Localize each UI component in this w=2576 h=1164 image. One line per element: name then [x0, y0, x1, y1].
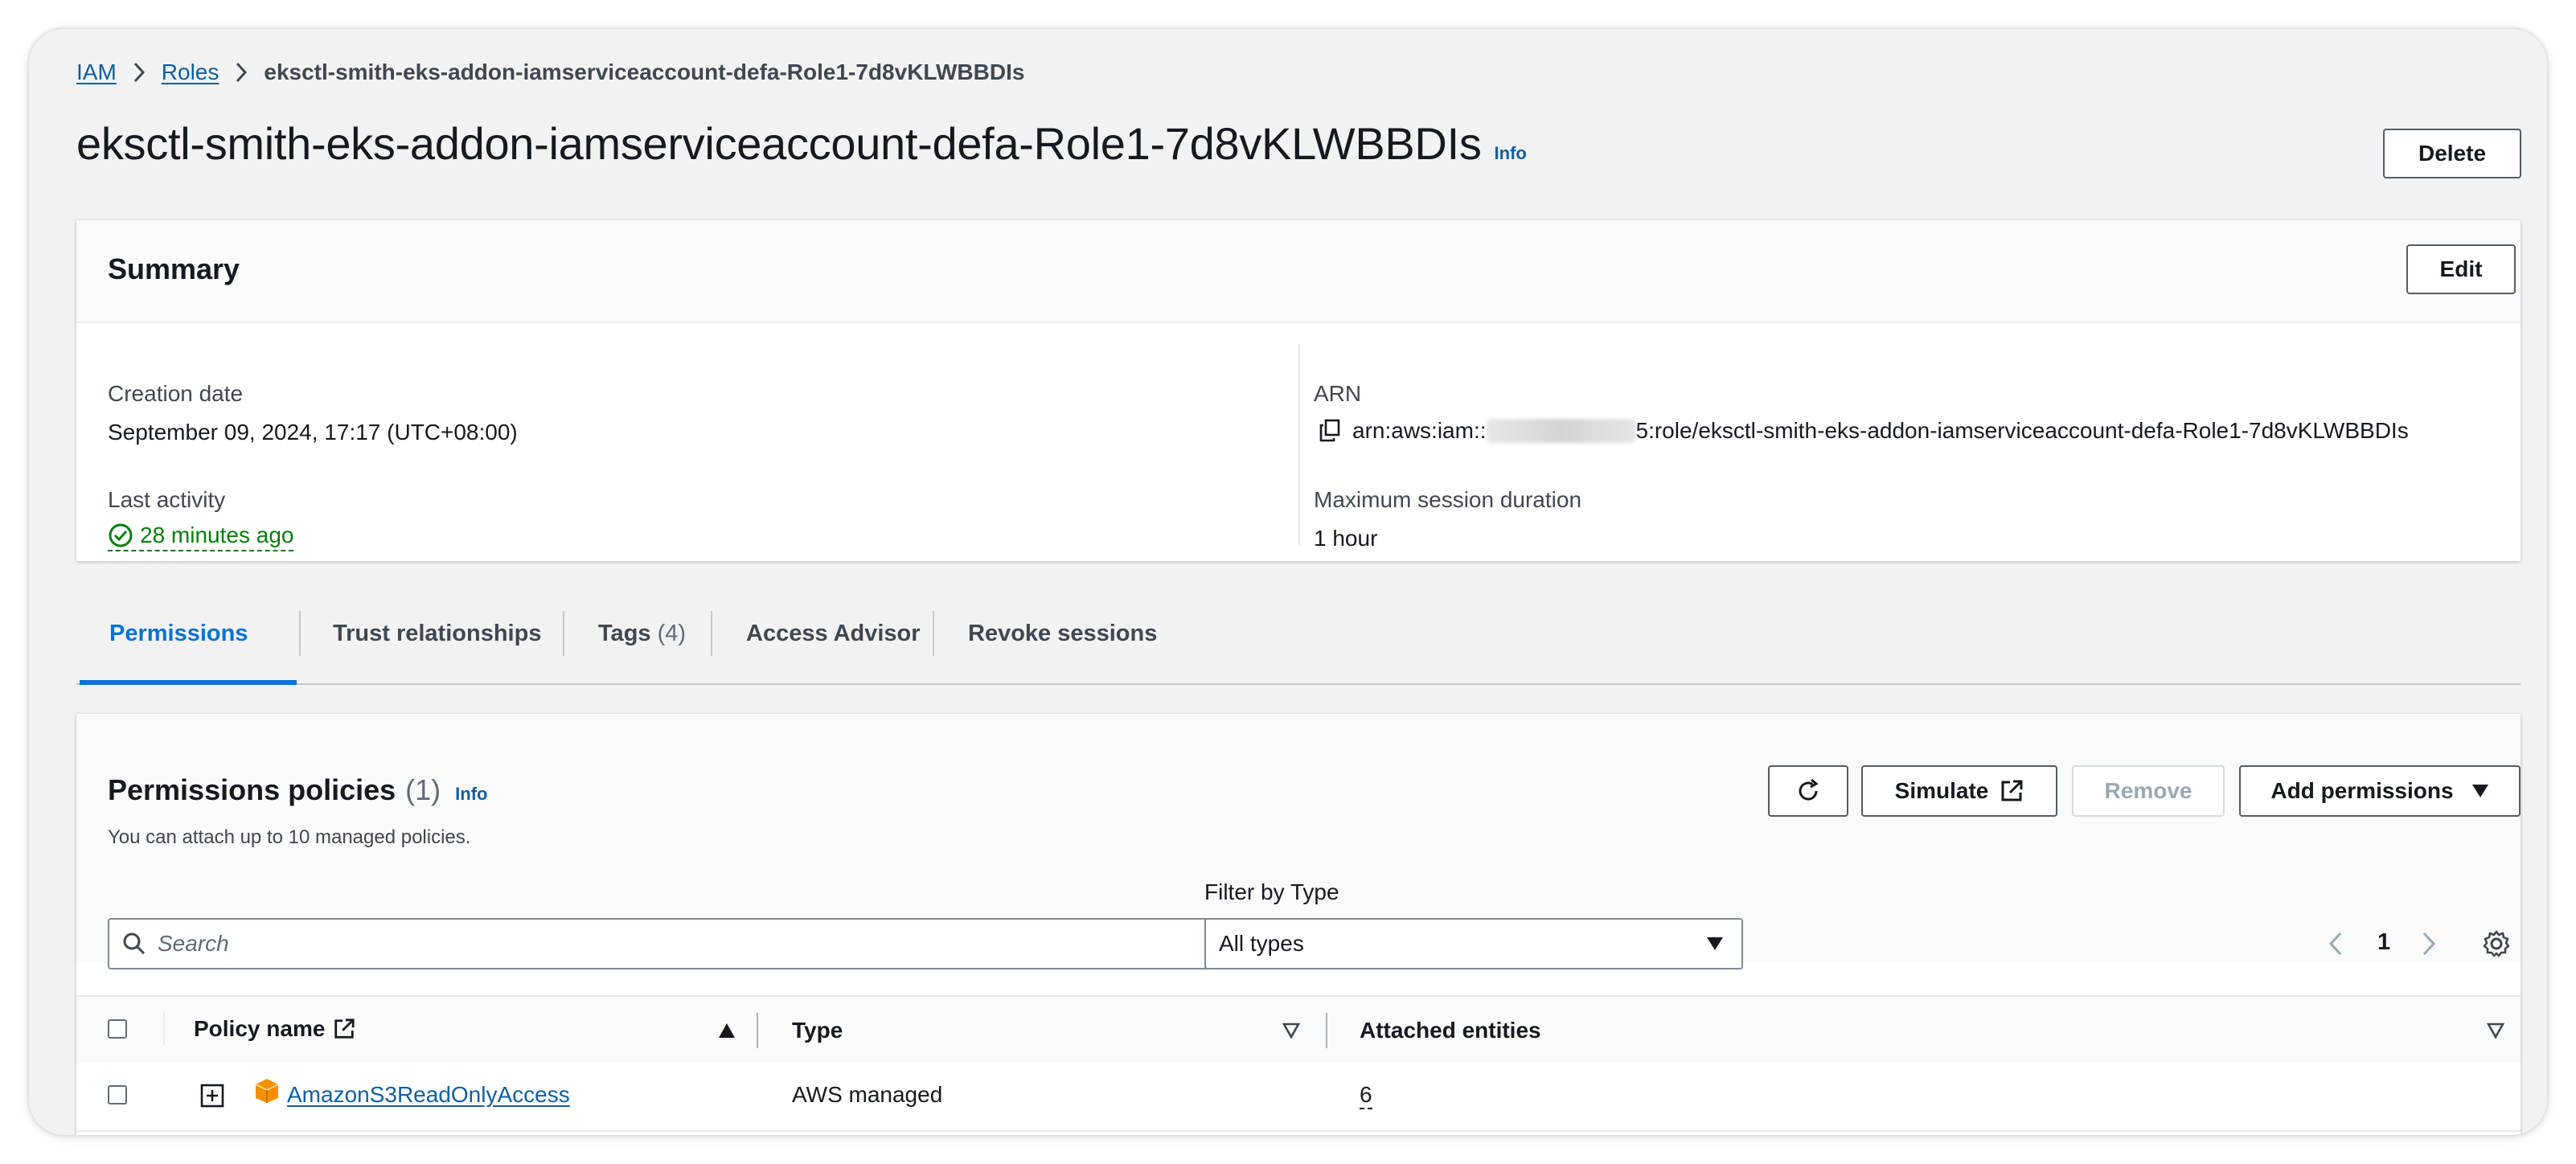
- delete-button-label: Delete: [2418, 141, 2487, 166]
- column-separator: [163, 1011, 165, 1045]
- creation-date-label: Creation date: [108, 381, 244, 406]
- last-activity-value[interactable]: 28 minutes ago: [108, 523, 294, 551]
- column-header-policy-name[interactable]: Policy name: [194, 1016, 355, 1042]
- remove-button[interactable]: Remove: [2072, 765, 2225, 817]
- breadcrumb: IAM Roles eksctl-smith-eks-addon-iamserv…: [76, 56, 1024, 88]
- breadcrumb-roles[interactable]: Roles: [162, 59, 219, 85]
- summary-panel: Summary Edit Creation date September 09,…: [76, 220, 2521, 561]
- pagination-next-icon[interactable]: [2421, 931, 2437, 957]
- column-header-attached-entities[interactable]: Attached entities: [1360, 1018, 1541, 1043]
- attached-entities-value[interactable]: 6: [1360, 1082, 1372, 1109]
- last-activity-text: 28 minutes ago: [140, 523, 294, 547]
- arn-suffix: 5:role/eksctl-smith-eks-addon-iamservice…: [1635, 418, 2409, 443]
- search-icon: [122, 932, 146, 956]
- column-policy-name-label: Policy name: [194, 1016, 326, 1041]
- refresh-button[interactable]: [1768, 765, 1848, 817]
- delete-button[interactable]: Delete: [2383, 129, 2521, 178]
- sort-icon[interactable]: [2487, 1023, 2504, 1039]
- chevron-right-icon: [133, 61, 146, 84]
- tab-tags-count: (4): [657, 621, 687, 646]
- chevron-right-icon: [235, 61, 248, 84]
- preferences-gear-icon[interactable]: [2482, 929, 2511, 958]
- column-header-type[interactable]: Type: [792, 1018, 843, 1043]
- refresh-icon: [1794, 777, 1823, 805]
- max-session-label: Maximum session duration: [1314, 487, 1582, 512]
- select-all-checkbox[interactable]: [108, 1019, 127, 1039]
- sort-ascending-icon[interactable]: [718, 1023, 736, 1039]
- page-title: eksctl-smith-eks-addon-iamserviceaccount…: [76, 118, 1482, 169]
- pagination-page-number[interactable]: 1: [2377, 929, 2390, 956]
- expand-icon[interactable]: [200, 1084, 224, 1108]
- tab-separator: [563, 611, 564, 656]
- filter-type-value: All types: [1219, 931, 1304, 956]
- search-placeholder: Search: [158, 931, 229, 956]
- tab-tags[interactable]: Tags (4): [598, 611, 686, 656]
- aws-managed-policy-icon: [253, 1077, 281, 1105]
- permissions-count: (1): [405, 773, 441, 806]
- creation-date-value: September 09, 2024, 17:17 (UTC+08:00): [108, 420, 518, 445]
- pagination-prev-icon[interactable]: [2328, 931, 2344, 957]
- permissions-heading: Permissions policies (1) Info: [108, 773, 487, 807]
- arn-label: ARN: [1314, 381, 1362, 406]
- filter-type-select[interactable]: All types: [1204, 918, 1743, 969]
- simulate-button-label: Simulate: [1894, 778, 1989, 803]
- tab-revoke-sessions[interactable]: Revoke sessions: [968, 611, 1157, 656]
- tab-trust-relationships[interactable]: Trust relationships: [333, 611, 541, 656]
- tab-trust-label: Trust relationships: [333, 621, 542, 646]
- search-input[interactable]: Search: [108, 918, 1235, 969]
- max-session-value: 1 hour: [1314, 526, 1378, 551]
- tab-permissions-label: Permissions: [109, 621, 248, 646]
- add-permissions-label: Add permissions: [2270, 778, 2454, 803]
- breadcrumb-iam[interactable]: IAM: [76, 59, 117, 85]
- policy-type-value: AWS managed: [792, 1082, 943, 1107]
- summary-heading: Summary: [108, 252, 240, 285]
- tab-access-advisor[interactable]: Access Advisor: [746, 611, 921, 656]
- column-separator: [1326, 1013, 1327, 1048]
- tab-separator: [933, 611, 934, 656]
- tab-tags-label: Tags: [598, 621, 651, 646]
- tab-separator: [711, 611, 712, 656]
- sort-icon[interactable]: [1282, 1023, 1300, 1039]
- summary-header: [76, 220, 2521, 323]
- simulate-button[interactable]: Simulate: [1861, 765, 2057, 817]
- console-window: IAM Roles eksctl-smith-eks-addon-iamserv…: [29, 29, 2547, 1135]
- check-circle-icon: [108, 523, 133, 548]
- permissions-title: Permissions policies: [108, 773, 396, 806]
- tab-separator: [299, 611, 301, 656]
- last-activity-label: Last activity: [108, 487, 226, 512]
- caret-down-icon: [1706, 937, 1724, 951]
- title-info-link[interactable]: Info: [1495, 143, 1527, 164]
- tabs-bottom-border: [76, 683, 2521, 685]
- edit-button-label: Edit: [2439, 256, 2483, 281]
- row-checkbox[interactable]: [108, 1085, 127, 1105]
- policy-name-link[interactable]: AmazonS3ReadOnlyAccess: [287, 1082, 570, 1108]
- breadcrumb-current: eksctl-smith-eks-addon-iamserviceaccount…: [264, 59, 1025, 84]
- redacted-account-id: [1486, 419, 1636, 443]
- column-separator: [757, 1013, 758, 1048]
- page-header: eksctl-smith-eks-addon-iamserviceaccount…: [76, 117, 1527, 170]
- table-row[interactable]: AmazonS3ReadOnlyAccess AWS managed 6: [76, 1063, 2521, 1132]
- tab-permissions[interactable]: Permissions: [80, 611, 297, 685]
- external-link-icon: [333, 1018, 355, 1040]
- tab-access-advisor-label: Access Advisor: [746, 621, 921, 646]
- edit-button[interactable]: Edit: [2406, 244, 2516, 294]
- arn-prefix: arn:aws:iam::: [1352, 418, 1487, 443]
- copy-icon[interactable]: [1319, 419, 1341, 443]
- tab-active-indicator: [80, 680, 297, 685]
- permissions-info-link[interactable]: Info: [455, 784, 487, 805]
- permissions-panel: Permissions policies (1) Info You can at…: [76, 714, 2521, 1135]
- caret-down-icon: [2471, 784, 2489, 798]
- arn-value: arn:aws:iam:: 5:role/eksctl-smith-eks-ad…: [1319, 418, 2409, 444]
- add-permissions-button[interactable]: Add permissions: [2239, 765, 2521, 817]
- summary-divider: [1298, 344, 1300, 545]
- permissions-description: You can attach up to 10 managed policies…: [108, 826, 471, 848]
- external-link-icon: [2000, 779, 2024, 803]
- filter-label: Filter by Type: [1204, 879, 1339, 904]
- remove-button-label: Remove: [2104, 778, 2192, 803]
- tab-revoke-label: Revoke sessions: [968, 621, 1158, 646]
